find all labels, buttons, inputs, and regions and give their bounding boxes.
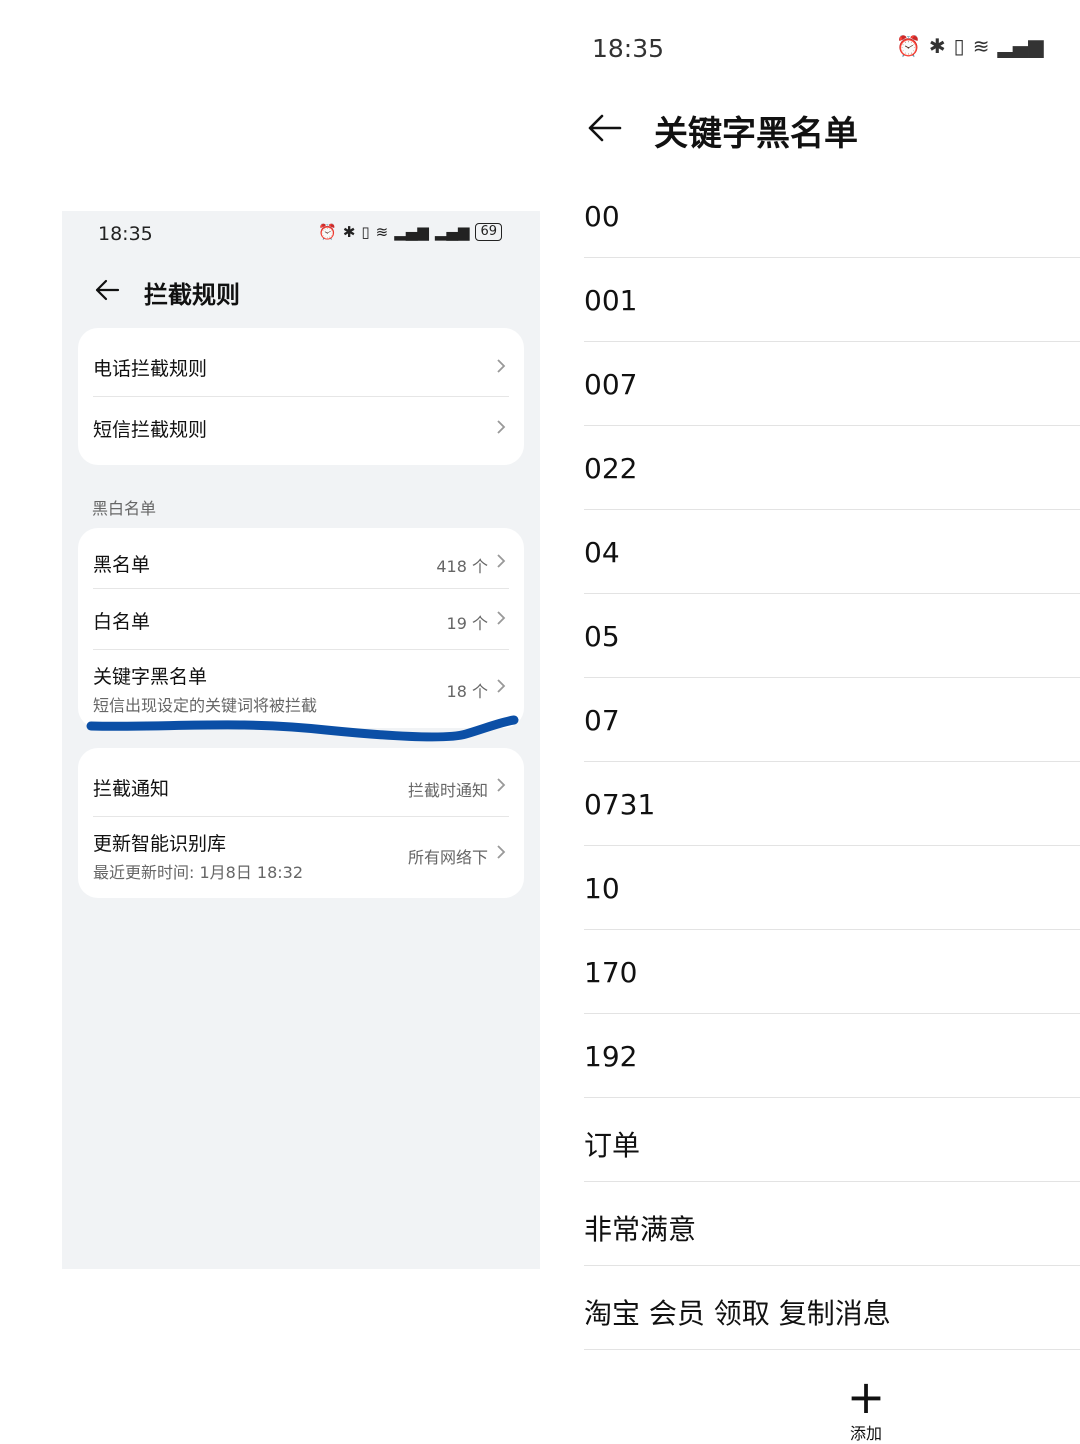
- section-label: 黑白名单: [92, 499, 157, 518]
- list-item[interactable]: 10: [584, 846, 1080, 930]
- list-item[interactable]: 001: [584, 258, 1080, 342]
- keyword-text: 007: [584, 368, 638, 401]
- plus-icon: +: [846, 1370, 886, 1424]
- row-value: 19 个: [446, 614, 488, 633]
- list-item[interactable]: 007: [584, 342, 1080, 426]
- blacklist-row[interactable]: 黑名单 418 个: [78, 528, 524, 588]
- whitelist-row[interactable]: 白名单 19 个: [78, 589, 524, 649]
- keyword-text: 07: [584, 704, 620, 737]
- vibrate-icon: ▯: [361, 223, 370, 241]
- keyword-text: 订单: [584, 1129, 641, 1162]
- keyword-text: 淘宝 会员 领取 复制消息: [584, 1297, 891, 1330]
- sms-rules-row[interactable]: 短信拦截规则: [78, 397, 524, 465]
- row-sublabel: 最近更新时间: 1月8日 18:32: [93, 863, 304, 882]
- row-label: 黑名单: [93, 554, 151, 576]
- add-button[interactable]: + 添加: [840, 1374, 892, 1444]
- update-library-row[interactable]: 更新智能识别库 最近更新时间: 1月8日 18:32 所有网络下: [78, 817, 524, 898]
- list-item[interactable]: 07: [584, 678, 1080, 762]
- rules-card: 电话拦截规则 短信拦截规则: [78, 328, 524, 465]
- chevron-right-icon: [497, 611, 506, 625]
- settings-card: 拦截通知 拦截时通知 更新智能识别库 最近更新时间: 1月8日 18:32 所有…: [78, 748, 524, 898]
- row-label: 白名单: [93, 611, 151, 633]
- status-time: 18:35: [592, 34, 665, 63]
- status-time: 18:35: [98, 223, 153, 245]
- row-label: 电话拦截规则: [93, 358, 208, 380]
- alarm-icon: ⏰: [318, 223, 337, 241]
- list-item[interactable]: 192: [584, 1014, 1080, 1098]
- wifi-icon: ≋: [972, 34, 990, 58]
- keyword-text: 04: [584, 536, 620, 569]
- wifi-icon: ≋: [375, 223, 389, 241]
- bluetooth-icon: ✱: [342, 223, 356, 241]
- list-item[interactable]: 022: [584, 426, 1080, 510]
- list-item[interactable]: 170: [584, 930, 1080, 1014]
- keyword-text: 10: [584, 872, 620, 905]
- row-label: 更新智能识别库: [93, 833, 227, 855]
- signal-icon: ▂▄▆: [394, 223, 429, 241]
- bluetooth-icon: ✱: [928, 34, 946, 58]
- keyword-text: 0731: [584, 788, 656, 821]
- list-item[interactable]: 非常满意: [584, 1182, 1080, 1266]
- list-item[interactable]: 淘宝 会员 领取 复制消息: [584, 1266, 1080, 1350]
- keyword-text: 05: [584, 620, 620, 653]
- chevron-right-icon: [497, 420, 506, 434]
- phone-rules-row[interactable]: 电话拦截规则: [78, 328, 524, 396]
- list-item[interactable]: 04: [584, 510, 1080, 594]
- keyword-text: 192: [584, 1040, 638, 1073]
- list-item[interactable]: 0731: [584, 762, 1080, 846]
- chevron-right-icon: [497, 845, 506, 859]
- keyword-text: 001: [584, 284, 638, 317]
- back-arrow-icon[interactable]: [584, 108, 624, 148]
- list-item[interactable]: 订单: [584, 1098, 1080, 1182]
- chevron-right-icon: [497, 778, 506, 792]
- lists-card: 黑名单 418 个 白名单 19 个 关键字黑名单 短信出现设定的关键词将被拦截…: [78, 528, 524, 728]
- page-title: 拦截规则: [144, 281, 240, 309]
- row-value: 418 个: [436, 557, 488, 576]
- list-item[interactable]: 00: [584, 174, 1080, 258]
- status-icons: ⏰ ✱ ▯ ≋ ▂▄▆: [896, 34, 1044, 58]
- chevron-right-icon: [497, 554, 506, 568]
- row-value: 所有网络下: [407, 848, 488, 867]
- row-label: 短信拦截规则: [93, 419, 208, 441]
- row-value: 18 个: [446, 682, 488, 701]
- signal-icon: ▂▄▆: [997, 34, 1044, 58]
- keyword-list: 00 001 007 022 04 05 07 0731 10 170 192 …: [584, 174, 1080, 1350]
- chevron-right-icon: [497, 359, 506, 373]
- battery-icon: 69: [475, 223, 502, 241]
- keyword-text: 非常满意: [584, 1213, 697, 1246]
- row-label: 拦截通知: [93, 778, 170, 800]
- keyword-text: 00: [584, 200, 620, 233]
- pen-highlight-stroke: [86, 715, 519, 742]
- list-item[interactable]: 05: [584, 594, 1080, 678]
- alarm-icon: ⏰: [896, 34, 921, 58]
- vibrate-icon: ▯: [953, 34, 965, 58]
- chevron-right-icon: [497, 679, 506, 693]
- signal-icon-2: ▂▄▆: [434, 223, 470, 241]
- keyword-text: 170: [584, 956, 638, 989]
- back-arrow-icon[interactable]: [92, 275, 122, 305]
- keyword-text: 022: [584, 452, 638, 485]
- status-icons: ⏰ ✱ ▯ ≋ ▂▄▆ ▂▄▆ 69: [318, 223, 502, 241]
- row-label: 关键字黑名单: [93, 666, 208, 688]
- page-title: 关键字黑名单: [654, 114, 858, 154]
- notify-row[interactable]: 拦截通知 拦截时通知: [78, 748, 524, 816]
- row-value: 拦截时通知: [407, 781, 488, 800]
